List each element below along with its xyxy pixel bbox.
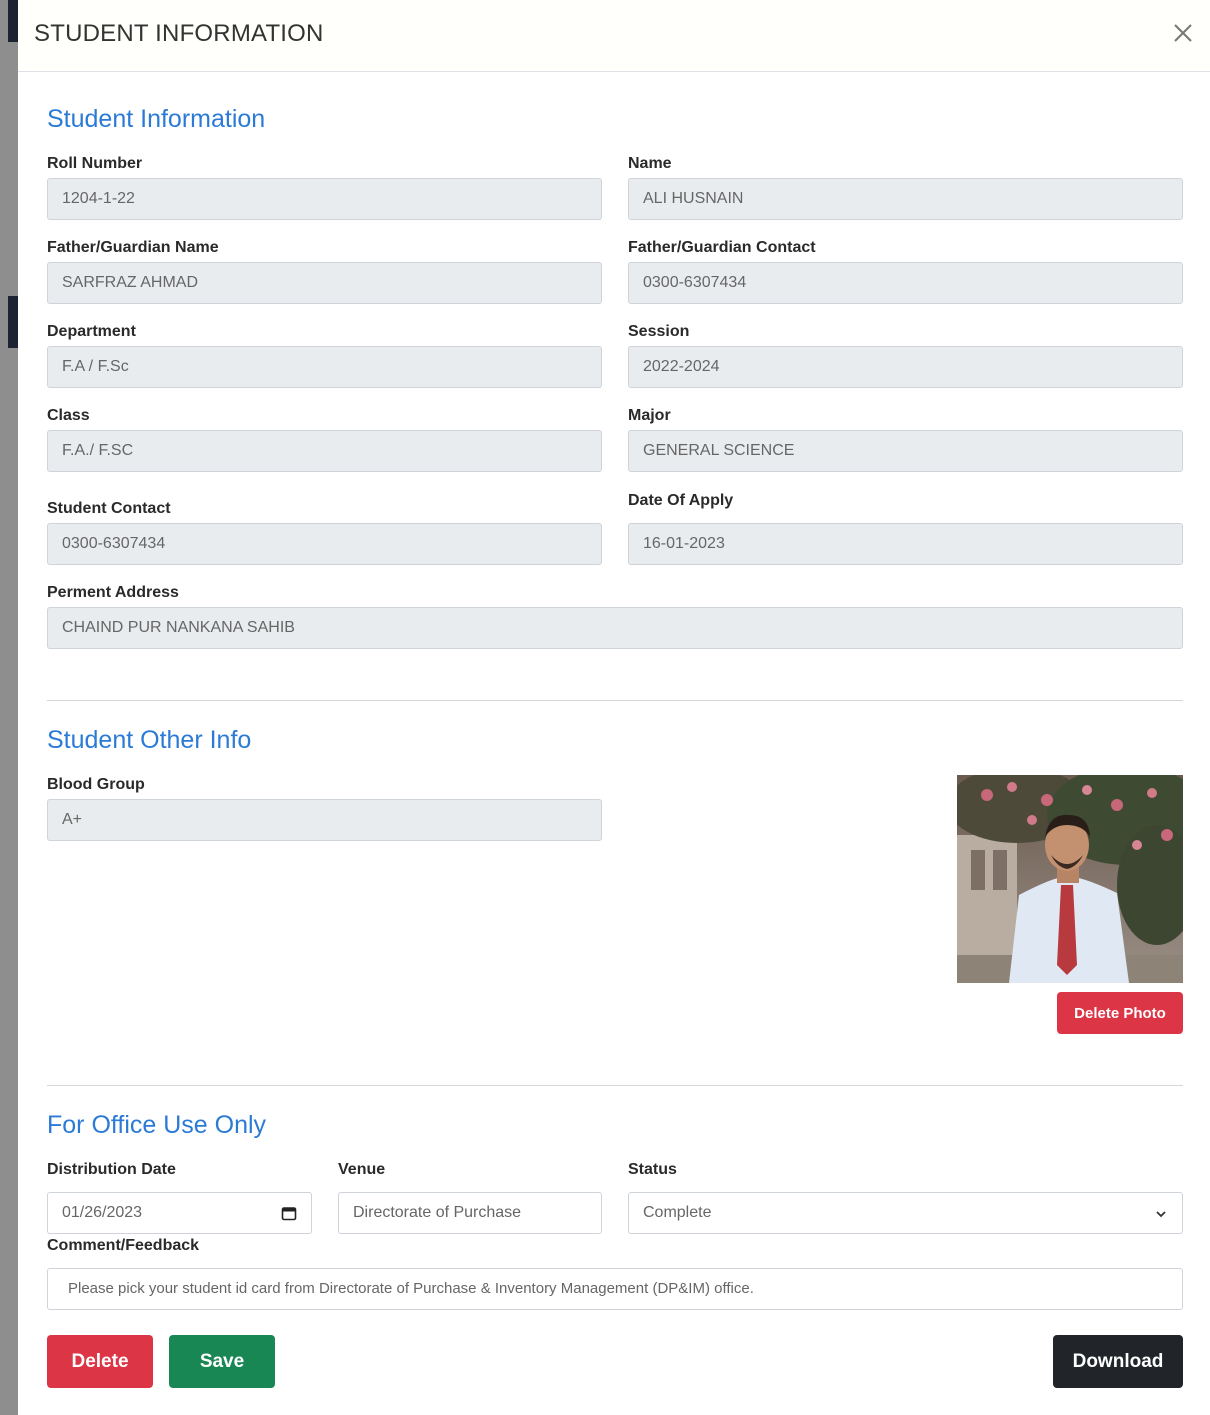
roll-number-value: 1204-1-22 <box>62 190 135 207</box>
class-label: Class <box>47 407 90 424</box>
section-divider <box>47 1085 1183 1086</box>
section-divider <box>47 700 1183 701</box>
distribution-date-label: Distribution Date <box>47 1161 176 1178</box>
session-label: Session <box>628 323 690 340</box>
father-contact-field[interactable]: 0300-6307434 <box>628 262 1183 304</box>
session-field[interactable]: 2022-2024 <box>628 346 1183 388</box>
save-button[interactable]: Save <box>169 1335 275 1388</box>
student-contact-label: Student Contact <box>47 500 171 517</box>
modal-header: STUDENT INFORMATION <box>18 0 1210 72</box>
comment-label: Comment/Feedback <box>47 1237 200 1254</box>
roll-number-field[interactable]: 1204-1-22 <box>47 178 602 220</box>
backdrop-accent <box>8 296 18 348</box>
venue-input[interactable]: Directorate of Purchase <box>338 1192 602 1234</box>
venue-value: Directorate of Purchase <box>353 1204 522 1221</box>
download-button[interactable]: Download <box>1053 1335 1183 1388</box>
name-value: ALI HUSNAIN <box>643 190 744 207</box>
session-value: 2022-2024 <box>643 358 720 375</box>
department-value: F.A / F.Sc <box>62 358 129 375</box>
father-name-value: SARFRAZ AHMAD <box>62 274 199 291</box>
date-of-apply-label: Date Of Apply <box>628 492 734 509</box>
comment-input[interactable]: Please pick your student id card from Di… <box>47 1268 1183 1310</box>
father-contact-value: 0300-6307434 <box>643 274 747 291</box>
delete-button[interactable]: Delete <box>47 1335 153 1388</box>
comment-value: Please pick your student id card from Di… <box>68 1280 754 1297</box>
venue-label: Venue <box>338 1161 386 1178</box>
student-contact-value: 0300-6307434 <box>62 535 166 552</box>
modal-title: STUDENT INFORMATION <box>34 20 324 47</box>
close-icon <box>1174 24 1192 42</box>
page-backdrop <box>0 0 18 1415</box>
name-field[interactable]: ALI HUSNAIN <box>628 178 1183 220</box>
distribution-date-value: 01/26/2023 <box>62 1204 143 1221</box>
distribution-date-input[interactable]: 01/26/2023 <box>47 1192 312 1234</box>
section-title-student-other-info: Student Other Info <box>47 726 252 754</box>
name-label: Name <box>628 155 672 172</box>
student-info-modal: STUDENT INFORMATION Student Information … <box>18 0 1210 1415</box>
status-label: Status <box>628 1161 677 1178</box>
address-value: CHAIND PUR NANKANA SAHIB <box>62 619 295 636</box>
delete-photo-button[interactable]: Delete Photo <box>1057 992 1183 1034</box>
department-field[interactable]: F.A / F.Sc <box>47 346 602 388</box>
major-label: Major <box>628 407 671 424</box>
chevron-down-icon <box>1156 1211 1166 1218</box>
blood-group-label: Blood Group <box>47 776 145 793</box>
class-value: F.A./ F.SC <box>62 442 134 459</box>
date-of-apply-field[interactable]: 16-01-2023 <box>628 523 1183 565</box>
major-value: GENERAL SCIENCE <box>643 442 795 459</box>
major-field[interactable]: GENERAL SCIENCE <box>628 430 1183 472</box>
father-name-label: Father/Guardian Name <box>47 239 219 256</box>
address-field[interactable]: CHAIND PUR NANKANA SAHIB <box>47 607 1183 649</box>
date-of-apply-value: 16-01-2023 <box>643 535 725 552</box>
backdrop-accent <box>8 0 18 42</box>
address-label: Perment Address <box>47 584 179 601</box>
father-contact-label: Father/Guardian Contact <box>628 239 816 256</box>
class-field[interactable]: F.A./ F.SC <box>47 430 602 472</box>
roll-number-label: Roll Number <box>47 155 143 172</box>
student-photo <box>957 775 1183 983</box>
father-name-field[interactable]: SARFRAZ AHMAD <box>47 262 602 304</box>
calendar-icon[interactable] <box>281 1205 297 1221</box>
blood-group-value: A+ <box>62 811 83 828</box>
department-label: Department <box>47 323 136 340</box>
section-title-student-information: Student Information <box>47 105 266 133</box>
student-contact-field[interactable]: 0300-6307434 <box>47 523 602 565</box>
blood-group-field[interactable]: A+ <box>47 799 602 841</box>
status-value: Complete <box>643 1204 712 1221</box>
close-button[interactable] <box>1168 18 1198 48</box>
section-title-office-use: For Office Use Only <box>47 1111 267 1139</box>
status-select[interactable]: Complete <box>628 1192 1183 1234</box>
